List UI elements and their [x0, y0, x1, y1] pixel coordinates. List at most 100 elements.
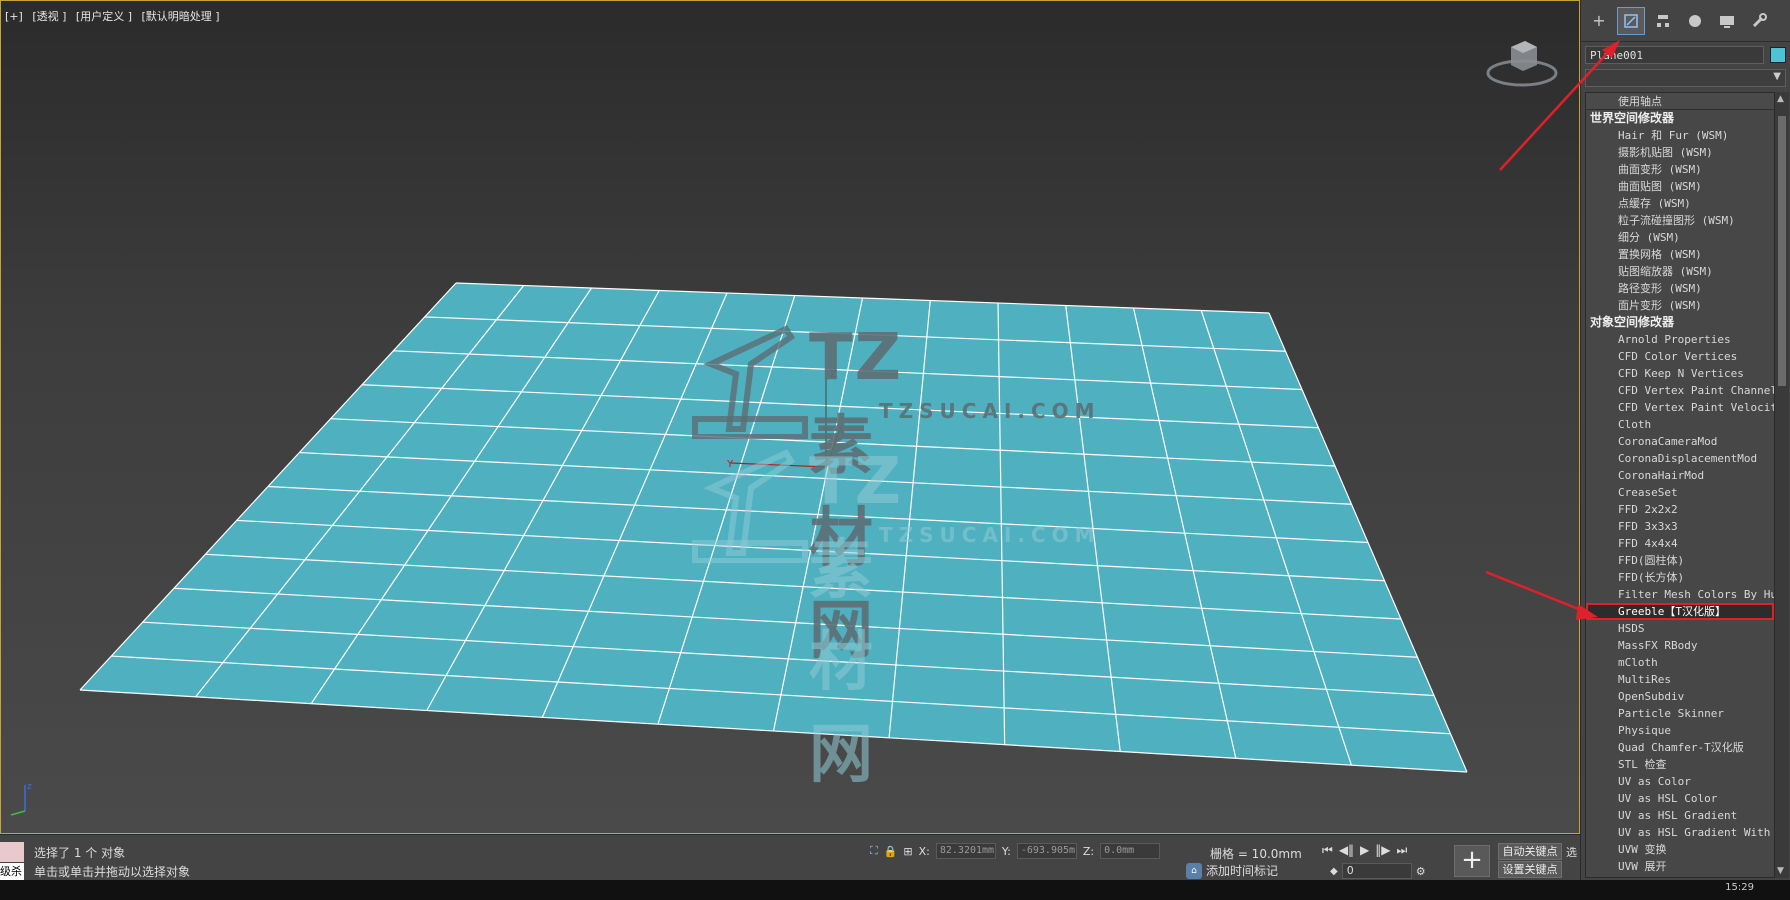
scroll-down-icon[interactable]: ▼ [1777, 866, 1784, 876]
modifier-item[interactable]: CoronaCameraMod [1586, 433, 1774, 450]
transform-coords: ⛶ 🔒 ⊞ X: 82.3201mm Y: -693.905m Z: 0.0mm [870, 843, 1161, 859]
motion-tab-icon[interactable] [1681, 7, 1709, 35]
absolute-mode-icon[interactable]: ⊞ [903, 845, 912, 858]
modifier-list-dropdown[interactable]: ▼ [1585, 69, 1786, 87]
modifier-item[interactable]: STL 检查 [1586, 756, 1774, 773]
hierarchy-tab-icon[interactable] [1649, 7, 1677, 35]
modifier-item[interactable]: 面片变形 (WSM) [1586, 297, 1774, 314]
world-axis-icon: z [10, 782, 32, 816]
go-to-start-icon[interactable]: ⏮ [1322, 843, 1333, 858]
modifier-item[interactable]: UV as Color [1586, 773, 1774, 790]
modify-tab-icon[interactable] [1617, 6, 1645, 35]
command-panel-tabs: + [1581, 0, 1790, 42]
modifier-item[interactable]: 粒子流碰撞图形 (WSM) [1586, 212, 1774, 229]
modifier-item[interactable]: 贴图缩放器 (WSM) [1586, 263, 1774, 280]
modifier-item[interactable]: Hair 和 Fur (WSM) [1586, 127, 1774, 144]
modifier-item[interactable]: Filter Mesh Colors By Hue [1586, 586, 1774, 603]
modifier-list[interactable]: 使用轴点 世界空间修改器 Hair 和 Fur (WSM) 摄影机贴图 (WSM)… [1585, 92, 1775, 878]
modifier-item[interactable]: Quad Chamfer-T汉化版 [1586, 739, 1774, 756]
modifier-item[interactable]: FFD 4x4x4 [1586, 535, 1774, 552]
isolate-icon[interactable]: ⛶ [870, 844, 878, 858]
modifier-item[interactable]: 摄影机贴图 (WSM) [1586, 144, 1774, 161]
prev-frame-icon[interactable]: ◀‖ [1339, 843, 1354, 858]
modifier-item[interactable]: UVW 展开 [1586, 858, 1774, 875]
modifier-item[interactable]: Arnold Properties [1586, 331, 1774, 348]
modifier-item[interactable]: CFD Vertex Paint Channel [1586, 382, 1774, 399]
time-config-icon[interactable]: ⚙ [1416, 865, 1426, 878]
modifier-item[interactable]: 点缓存 (WSM) [1586, 195, 1774, 212]
taskbar-clock: 15:29 [1725, 882, 1754, 893]
plane-object[interactable]: Z X Y [1, 1, 1580, 834]
modifier-item[interactable]: OpenSubdiv [1586, 688, 1774, 705]
add-time-tag-label: 添加时间标记 [1206, 864, 1279, 878]
modifier-item[interactable]: CFD Keep N Vertices [1586, 365, 1774, 382]
object-color-swatch[interactable] [1770, 47, 1786, 63]
modifier-item[interactable]: UV as HSL Gradient With Mi [1586, 824, 1774, 841]
modifier-item[interactable]: CoronaHairMod [1586, 467, 1774, 484]
prompt-hint: 单击或单击并拖动以选择对象 [34, 865, 191, 879]
modifier-item[interactable]: FFD(长方体) [1586, 569, 1774, 586]
display-tab-icon[interactable] [1713, 7, 1741, 35]
modifier-list-scrollbar[interactable]: ▲ ▼ [1775, 92, 1789, 878]
play-icon[interactable]: ▶ [1360, 843, 1369, 858]
modifier-item[interactable]: 细分 (WSM) [1586, 229, 1774, 246]
chevron-down-icon: ▼ [1773, 71, 1781, 82]
taskbar: 15:29 [0, 880, 1790, 900]
world-space-header: 世界空间修改器 [1590, 111, 1675, 125]
viewcube[interactable] [1485, 35, 1559, 91]
modifier-item[interactable]: HSDS [1586, 620, 1774, 637]
perspective-viewport[interactable]: [+] [透视 ] [用户定义 ] [默认明暗处理 ] ZXY TZ素材网 TZ… [0, 0, 1580, 834]
modifier-item[interactable]: Particle Skinner [1586, 705, 1774, 722]
z-coord-field[interactable]: 0.0mm [1100, 843, 1161, 859]
modifier-item[interactable]: CFD Color Vertices [1586, 348, 1774, 365]
selection-status: 选择了 1 个 对象 [34, 846, 126, 860]
status-bar: 级杀 选择了 1 个 对象 单击或单击并拖动以选择对象 ⛶ 🔒 ⊞ X: 82.… [0, 834, 1580, 881]
lock-icon[interactable]: 🔒 [884, 845, 898, 858]
selected-filter-truncated[interactable]: 选 [1566, 844, 1577, 860]
add-time-tag[interactable]: ⌂ 添加时间标记 [1186, 862, 1278, 879]
modifier-item[interactable]: 置换网格 (WSM) [1586, 246, 1774, 263]
modifier-item[interactable]: CFD Vertex Paint Velocity [1586, 399, 1774, 416]
object-space-header: 对象空间修改器 [1590, 315, 1675, 329]
auto-key-button[interactable]: 自动关键点 [1498, 843, 1562, 860]
modifier-item[interactable]: 路径变形 (WSM) [1586, 280, 1774, 297]
modifier-item[interactable]: Physique [1586, 722, 1774, 739]
utilities-tab-icon[interactable] [1745, 7, 1773, 35]
modifier-item[interactable]: FFD 3x3x3 [1586, 518, 1774, 535]
go-to-end-icon[interactable]: ⏭ [1397, 843, 1408, 858]
modifier-item[interactable]: 曲面变形 (WSM) [1586, 161, 1774, 178]
modifier-item[interactable]: Cloth [1586, 416, 1774, 433]
y-coord-field[interactable]: -693.905m [1016, 843, 1077, 859]
modifier-item[interactable]: MassFX RBody [1586, 637, 1774, 654]
next-frame-icon[interactable]: ‖▶ [1375, 843, 1390, 858]
time-tag-icon: ⌂ [1186, 862, 1202, 879]
set-key-plus-button[interactable]: + [1454, 845, 1490, 877]
modifier-item[interactable]: FFD 2x2x2 [1586, 501, 1774, 518]
modifier-item-greeble[interactable]: Greeble【T汉化版】 [1586, 603, 1774, 620]
modifier-item[interactable]: UV as HSL Gradient [1586, 807, 1774, 824]
modifier-item[interactable]: MultiRes [1586, 671, 1774, 688]
modifier-item[interactable]: CoronaDisplacementMod [1586, 450, 1774, 467]
modifier-item[interactable]: mCloth [1586, 654, 1774, 671]
modifier-item[interactable]: 曲面贴图 (WSM) [1586, 178, 1774, 195]
current-frame-field[interactable]: 0 [1341, 863, 1412, 879]
key-mode-icon[interactable]: ◆ [1330, 866, 1338, 877]
object-name-input[interactable] [1585, 46, 1764, 64]
x-coord-field[interactable]: 82.3201mm [935, 843, 996, 859]
frame-row: ◆ 0 ⚙ [1330, 863, 1426, 879]
gizmo-y-label: Y [726, 459, 734, 470]
playback-controls: ⏮ ◀‖ ▶ ‖▶ ⏭ [1322, 843, 1407, 858]
maxscript-mini-listener[interactable]: 级杀 [0, 863, 24, 881]
scrollbar-thumb[interactable] [1778, 116, 1786, 386]
modifier-item[interactable]: UVW 变换 [1586, 841, 1774, 858]
modifier-item[interactable]: CreaseSet [1586, 484, 1774, 501]
create-tab-icon[interactable]: + [1585, 7, 1613, 35]
modifier-item[interactable]: UV as HSL Color [1586, 790, 1774, 807]
x-label: X: [918, 844, 930, 858]
set-key-button[interactable]: 设置关键点 [1498, 861, 1562, 878]
scroll-up-icon[interactable]: ▲ [1777, 94, 1784, 104]
plane-surface [80, 283, 1467, 772]
modifier-item[interactable]: FFD(圆柱体) [1586, 552, 1774, 569]
maxscript-listener-swatch[interactable] [0, 842, 24, 862]
use-pivot-item[interactable]: 使用轴点 [1586, 93, 1774, 110]
